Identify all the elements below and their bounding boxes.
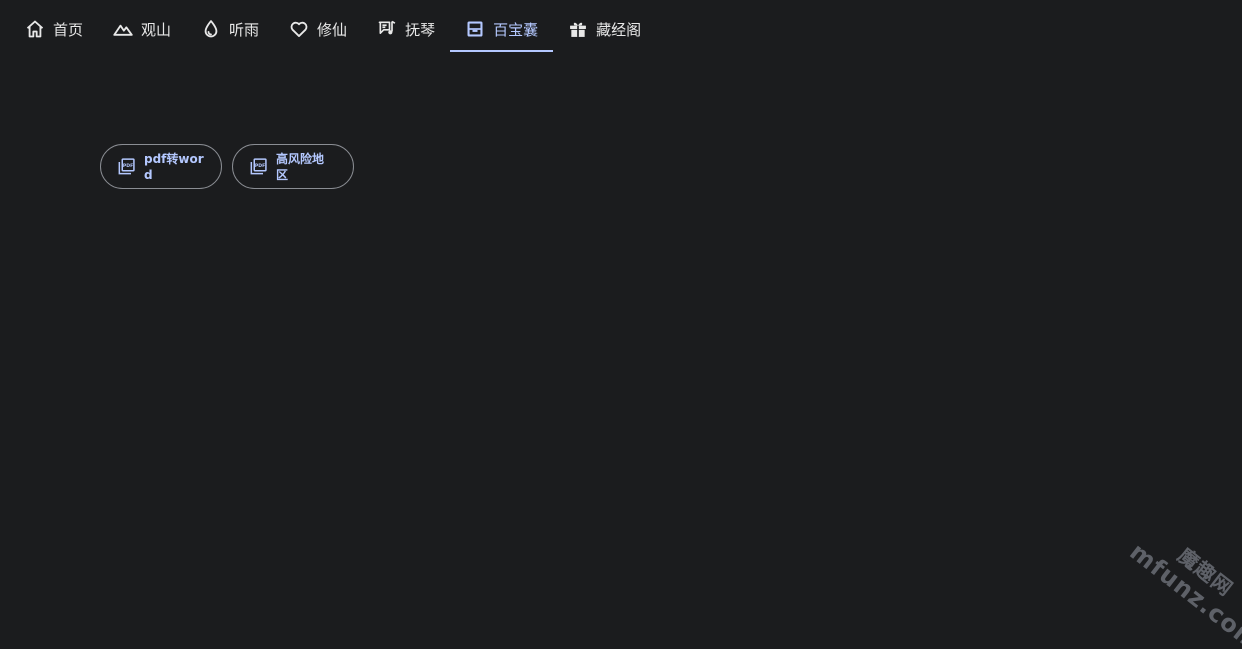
nav-item-label: 抚琴 — [405, 20, 436, 39]
svg-text:PDF: PDF — [255, 163, 265, 169]
high-risk-area-button[interactable]: PDF 高风险地区 — [232, 144, 354, 189]
nav-item-label: 观山 — [141, 20, 172, 39]
heart-icon — [289, 19, 309, 39]
watermark-cn: 魔趣网 — [1173, 543, 1238, 601]
top-nav: 首页 观山 听雨 修仙 抚琴 百宝囊 藏经阁 — [10, 8, 656, 53]
nav-item-music[interactable]: 抚琴 — [362, 8, 450, 52]
water-drop-icon — [201, 19, 221, 39]
nav-item-treasure[interactable]: 百宝囊 — [450, 8, 554, 52]
nav-item-label: 首页 — [53, 20, 84, 39]
nav-item-rain[interactable]: 听雨 — [186, 8, 274, 52]
svg-text:PDF: PDF — [123, 163, 133, 169]
nav-item-label: 百宝囊 — [493, 20, 539, 39]
nav-item-label: 藏经阁 — [596, 20, 642, 39]
tool-list: PDF pdf转word PDF 高风险地区 — [100, 144, 354, 189]
inbox-icon — [465, 19, 485, 39]
gift-icon — [568, 19, 588, 39]
nav-item-home[interactable]: 首页 — [10, 8, 98, 52]
pdf-to-word-button[interactable]: PDF pdf转word — [100, 144, 222, 189]
nav-item-library[interactable]: 藏经阁 — [553, 8, 656, 52]
tool-label: 高风险地区 — [276, 151, 325, 182]
watermark: 魔趣网 mfunz.com — [1095, 519, 1242, 649]
pdf-icon: PDF — [248, 157, 268, 177]
nav-item-cultivate[interactable]: 修仙 — [274, 8, 362, 52]
nav-item-label: 修仙 — [317, 20, 348, 39]
pdf-icon: PDF — [116, 157, 136, 177]
nav-item-label: 听雨 — [229, 20, 260, 39]
home-icon — [25, 19, 45, 39]
tool-label: pdf转word — [144, 151, 204, 182]
mountain-icon — [113, 19, 133, 39]
watermark-en: mfunz.com — [1124, 537, 1242, 649]
nav-item-mountain[interactable]: 观山 — [98, 8, 186, 52]
page: 首页 观山 听雨 修仙 抚琴 百宝囊 藏经阁 PDF pdf转word PDF … — [0, 0, 1242, 649]
music-note-icon — [377, 19, 397, 39]
